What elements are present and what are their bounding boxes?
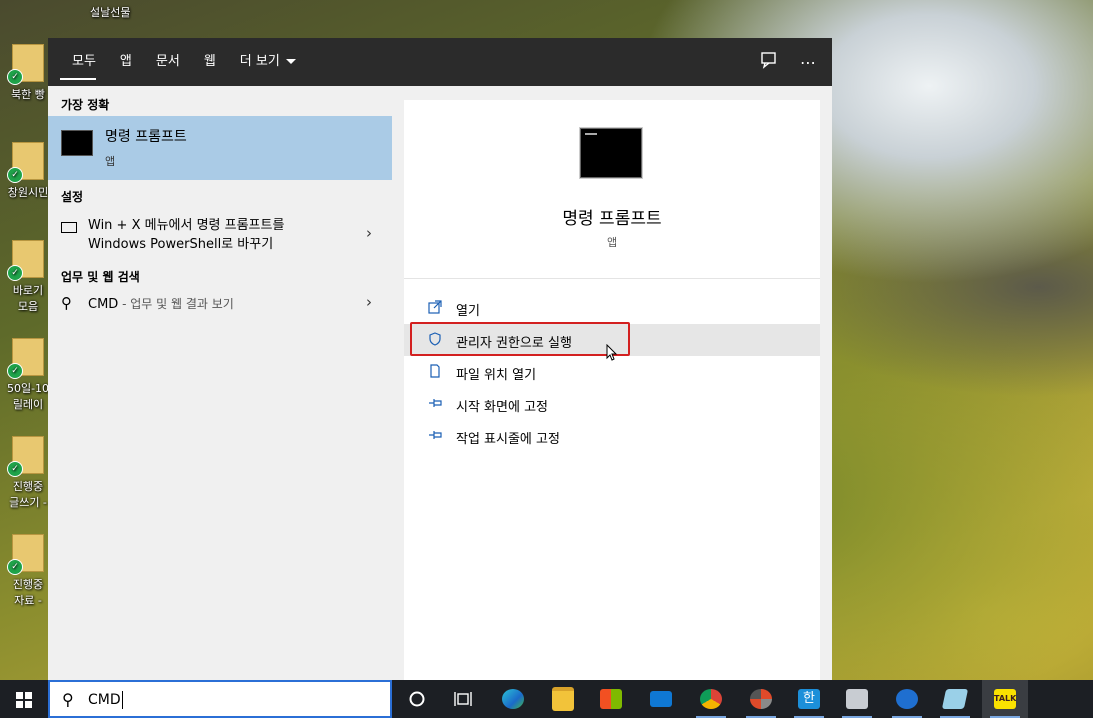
action-pin-to-start[interactable]: 시작 화면에 고정 <box>404 388 820 420</box>
folder-icon: ✓ <box>7 534 44 575</box>
web-search-item[interactable]: ⚲ CMD - 업무 및 웹 결과 보기 › <box>48 288 392 320</box>
open-icon <box>428 300 442 318</box>
action-label: 파일 위치 열기 <box>456 368 537 383</box>
desktop-icon-label: 바로기 모음 <box>12 284 44 313</box>
more-options-icon[interactable]: ⋯ <box>800 53 816 72</box>
desktop-icon-label: 창원시민 <box>7 186 49 199</box>
search-tabs: 모두 앱 문서 웹 더 보기 ⋯ <box>48 38 832 86</box>
desktop-top-label: 설날선물 <box>90 6 131 19</box>
taskbar: ⚲ CMD 한 TALK <box>0 680 1093 718</box>
notes-icon[interactable] <box>932 680 978 718</box>
best-match-title: 명령 프롬프트 <box>105 129 187 145</box>
cmd-icon <box>61 130 93 156</box>
keyboard-icon <box>61 222 77 233</box>
tab-more[interactable]: 더 보기 <box>228 38 308 86</box>
action-label: 작업 표시줄에 고정 <box>456 432 560 447</box>
results-pane: 가장 정확 명령 프롬프트 앱 설정 Win + X 메뉴에서 명령 프롬프트를… <box>48 86 392 680</box>
best-match-item[interactable]: 명령 프롬프트 앱 <box>48 116 392 180</box>
desktop-icon[interactable]: ✓ 북한 빵 <box>6 44 50 102</box>
section-web: 업무 및 웹 검색 <box>61 270 140 284</box>
desktop-icon-label: 진행중 글쓰기 - <box>9 480 47 509</box>
desktop-icon-label: 50일-10 릴레이 <box>6 382 50 411</box>
network-icon[interactable] <box>834 680 880 718</box>
action-label: 관리자 권한으로 실행 <box>456 336 572 351</box>
desktop-icon[interactable]: ✓ 진행중 글쓰기 - <box>6 436 50 510</box>
search-panel: 모두 앱 문서 웹 더 보기 ⋯ 가장 정확 명령 프롬프트 앱 설정 Win … <box>48 38 832 680</box>
tab-all[interactable]: 모두 <box>48 38 108 86</box>
web-query: CMD <box>88 297 119 312</box>
pin-icon <box>428 396 444 414</box>
action-label: 시작 화면에 고정 <box>456 400 548 415</box>
section-settings: 설정 <box>61 190 84 204</box>
folder-icon: ✓ <box>7 436 44 477</box>
mail-icon[interactable] <box>638 680 684 718</box>
file-location-icon <box>428 364 442 382</box>
search-icon: ⚲ <box>62 690 74 709</box>
cortana-icon[interactable] <box>394 680 440 718</box>
action-pin-to-taskbar[interactable]: 작업 표시줄에 고정 <box>404 420 820 452</box>
tab-apps[interactable]: 앱 <box>108 38 144 86</box>
desktop-icon[interactable]: ✓ 바로기 모음 <box>6 240 50 314</box>
windows-logo-icon <box>16 692 32 708</box>
cmd-large-icon <box>580 128 642 178</box>
search-value: CMD <box>88 692 121 708</box>
action-label: 열기 <box>456 304 480 319</box>
tab-web[interactable]: 웹 <box>192 38 228 86</box>
search-icon: ⚲ <box>61 294 72 312</box>
folder-icon: ✓ <box>7 44 44 85</box>
detail-pane: 명령 프롬프트 앱 열기 관리자 권한으로 실행 파일 위치 열기 시작 화면에… <box>404 100 820 680</box>
task-view-icon[interactable] <box>440 680 486 718</box>
divider <box>404 278 820 279</box>
desktop-icon[interactable]: ✓ 진행중 자료 - <box>6 534 50 608</box>
kakaotalk-icon[interactable]: TALK <box>982 680 1028 718</box>
edge-icon[interactable] <box>490 680 536 718</box>
detail-app-name: 명령 프롬프트 <box>562 209 662 229</box>
best-match-type: 앱 <box>105 155 116 168</box>
pin-icon <box>428 428 444 446</box>
folder-icon: ✓ <box>7 338 44 379</box>
action-open[interactable]: 열기 <box>404 292 820 324</box>
section-best-match: 가장 정확 <box>61 98 110 112</box>
action-run-as-admin[interactable]: 관리자 권한으로 실행 <box>404 322 820 361</box>
file-explorer-icon[interactable] <box>540 680 586 718</box>
chevron-right-icon[interactable]: › <box>366 224 372 242</box>
desktop-icon-label: 북한 빵 <box>11 88 45 101</box>
folder-icon: ✓ <box>7 142 44 183</box>
desktop-icon-label: 진행중 자료 - <box>12 578 44 607</box>
tab-documents[interactable]: 문서 <box>144 38 192 86</box>
action-open-file-location[interactable]: 파일 위치 열기 <box>404 356 820 388</box>
start-button[interactable] <box>0 680 48 718</box>
chevron-right-icon[interactable]: › <box>366 293 372 311</box>
shield-icon <box>428 332 442 350</box>
hangul-icon[interactable]: 한 <box>786 680 832 718</box>
chevron-down-icon <box>285 59 296 64</box>
setting-item-label: Win + X 메뉴에서 명령 프롬프트를 Windows PowerShell… <box>88 218 285 252</box>
app-icon[interactable] <box>738 680 784 718</box>
detail-app-type: 앱 <box>606 236 618 249</box>
desktop-icon[interactable]: ✓ 창원시민 <box>6 142 50 200</box>
taskbar-search-input[interactable]: ⚲ CMD <box>48 680 392 718</box>
chrome-icon[interactable] <box>688 680 734 718</box>
desktop-icon[interactable]: ✓ 50일-10 릴레이 <box>6 338 50 412</box>
feedback-icon[interactable] <box>760 51 778 73</box>
kakaotalk-label: TALK <box>994 689 1016 709</box>
outlook-icon[interactable] <box>884 680 930 718</box>
store-icon[interactable] <box>588 680 634 718</box>
setting-item[interactable]: Win + X 메뉴에서 명령 프롬프트를 Windows PowerShell… <box>48 212 392 258</box>
web-query-suffix: - 업무 및 웹 결과 보기 <box>118 297 234 311</box>
folder-icon: ✓ <box>7 240 44 281</box>
